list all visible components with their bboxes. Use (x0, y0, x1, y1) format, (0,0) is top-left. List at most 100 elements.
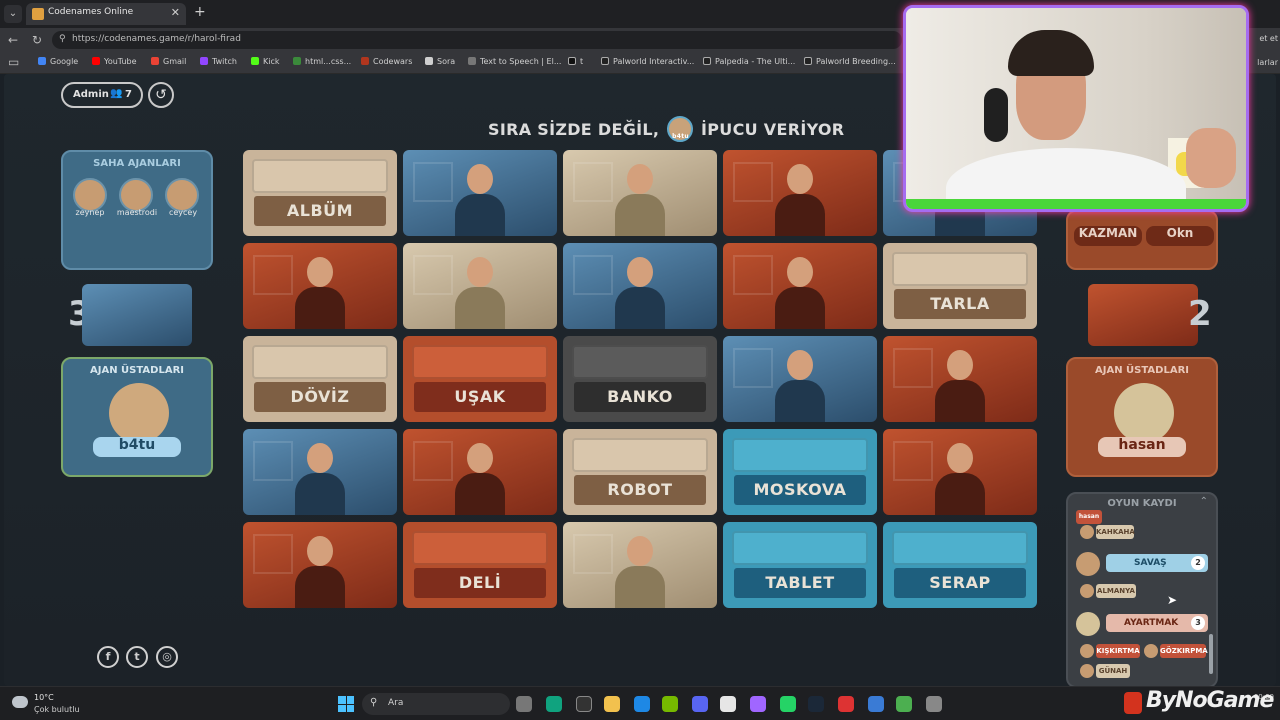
app-icon[interactable] (838, 696, 854, 712)
agent-figure (615, 257, 665, 329)
bookmark-gmail[interactable]: Gmail (151, 57, 186, 66)
chatgpt-icon[interactable] (546, 696, 562, 712)
revealed-agent-card[interactable] (723, 243, 877, 329)
revealed-agent-card[interactable] (563, 522, 717, 608)
copilot-icon[interactable] (576, 696, 592, 712)
chrome-icon[interactable] (896, 696, 912, 712)
weather-temperature[interactable]: 10°C (34, 693, 54, 702)
bookmark-codewars[interactable]: Codewars (361, 57, 412, 66)
word-card[interactable]: ROBOT (563, 429, 717, 515)
chevron-up-icon[interactable]: ⌃ (1200, 496, 1208, 507)
bookmark-google[interactable]: Google (38, 57, 78, 66)
word-card[interactable]: SERAP (883, 522, 1037, 608)
word-card[interactable]: TARLA (883, 243, 1037, 329)
operative-name[interactable]: ceycey (159, 208, 207, 217)
headset-icon (984, 88, 1008, 142)
revealed-agent-card[interactable] (243, 243, 397, 329)
word-card[interactable]: MOSKOVA (723, 429, 877, 515)
card-word: TARLA (894, 289, 1026, 319)
agent-figure (295, 443, 345, 515)
nvidia-icon[interactable] (662, 696, 678, 712)
agent-figure (935, 443, 985, 515)
bookmark-html-css[interactable]: html...css... (293, 57, 351, 66)
admin-button[interactable]: Admin 👥 7 (61, 82, 143, 108)
bookmark-palpedia[interactable]: Palpedia - The Ulti... (703, 57, 795, 66)
toolbar-edge-text: et et (1259, 34, 1278, 43)
bookmark-youtube[interactable]: YouTube (92, 57, 137, 66)
apps-icon[interactable]: ▭ (8, 55, 19, 69)
windows-start-icon[interactable] (338, 696, 354, 712)
revealed-agent-card[interactable] (723, 336, 877, 422)
avatar (1080, 584, 1094, 598)
bookmark-palworld-interactive[interactable]: Palworld Interactiv... (601, 57, 694, 66)
red-operative-name[interactable]: Okn (1146, 226, 1214, 246)
twitter-icon[interactable]: t (126, 646, 148, 668)
word-card[interactable]: DELİ (403, 522, 557, 608)
taskbar-search[interactable]: ⚲ Ara (362, 693, 510, 715)
task-view-icon[interactable] (516, 696, 532, 712)
player-count: 7 (125, 89, 132, 100)
browser-tab[interactable]: Codenames Online ✕ (26, 3, 186, 25)
revealed-agent-card[interactable] (723, 150, 877, 236)
red-operative-name[interactable]: KAZMAN (1074, 226, 1142, 246)
operative-name[interactable]: zeynep (66, 208, 114, 217)
card-face (572, 345, 708, 379)
card-background-pattern (253, 441, 293, 481)
windows-taskbar: 10°C Çok bulutlu ⚲ Ara 00:00 (0, 686, 1280, 720)
app-icon[interactable] (868, 696, 884, 712)
facebook-icon[interactable]: f (97, 646, 119, 668)
revealed-agent-card[interactable] (563, 150, 717, 236)
log-scrollbar[interactable] (1209, 634, 1213, 674)
tab-search-icon[interactable]: ⌄ (4, 5, 22, 23)
status-right-text: İPUCU VERİYOR (701, 120, 845, 139)
bookmark-text-to-speech[interactable]: Text to Speech | El... (468, 57, 561, 66)
revealed-agent-card[interactable] (403, 150, 557, 236)
reset-game-icon[interactable]: ↺ (148, 82, 174, 108)
word-card[interactable]: BANKO (563, 336, 717, 422)
cloud-icon[interactable] (12, 696, 28, 708)
whatsapp-icon[interactable] (780, 696, 796, 712)
log-guess: KAHKAHA (1096, 525, 1135, 539)
revealed-agent-card[interactable] (243, 429, 397, 515)
avatar (1080, 644, 1094, 658)
bookmark-sora[interactable]: Sora (425, 57, 455, 66)
weather-description[interactable]: Çok bulutlu (34, 705, 80, 714)
url-field[interactable]: ⚲ https://codenames.game/r/harol-firad (52, 31, 902, 49)
app-icon[interactable] (750, 696, 766, 712)
bookmark-palworld-breeding[interactable]: Palworld Breeding... (804, 57, 896, 66)
card-background-pattern (413, 441, 453, 481)
settings-icon[interactable] (926, 696, 942, 712)
word-card[interactable]: DÖVİZ (243, 336, 397, 422)
revealed-agent-card[interactable] (403, 243, 557, 329)
bookmark-kick[interactable]: Kick (251, 57, 280, 66)
edge-icon[interactable] (634, 696, 650, 712)
avatar (119, 178, 153, 212)
steam-icon[interactable] (808, 696, 824, 712)
word-card[interactable]: ALBÜM (243, 150, 397, 236)
file-explorer-icon[interactable] (604, 696, 620, 712)
card-face (252, 345, 388, 379)
reload-icon[interactable]: ↻ (32, 33, 42, 47)
bookmark-twitch[interactable]: Twitch (200, 57, 237, 66)
back-icon[interactable]: ← (8, 33, 18, 47)
operative-name[interactable]: maestrodi (113, 208, 161, 217)
discord-icon[interactable] (692, 696, 708, 712)
instagram-icon[interactable]: ◎ (156, 646, 178, 668)
card-face (892, 252, 1028, 286)
red-spymaster-name[interactable]: hasan (1098, 437, 1186, 457)
players-icon: 👥 (110, 88, 123, 99)
revealed-agent-card[interactable] (883, 429, 1037, 515)
avatar (1076, 612, 1100, 636)
word-card[interactable]: TABLET (723, 522, 877, 608)
new-tab-icon[interactable]: + (194, 4, 206, 20)
revealed-agent-card[interactable] (883, 336, 1037, 422)
site-info-icon[interactable]: ⚲ (59, 34, 66, 44)
bookmark-tiktok[interactable]: t (568, 57, 583, 66)
word-card[interactable]: UŞAK (403, 336, 557, 422)
revealed-agent-card[interactable] (563, 243, 717, 329)
close-tab-icon[interactable]: ✕ (171, 6, 180, 19)
revealed-agent-card[interactable] (243, 522, 397, 608)
revealed-agent-card[interactable] (403, 429, 557, 515)
blue-spymaster-name[interactable]: b4tu (93, 437, 181, 457)
app-icon[interactable] (720, 696, 736, 712)
